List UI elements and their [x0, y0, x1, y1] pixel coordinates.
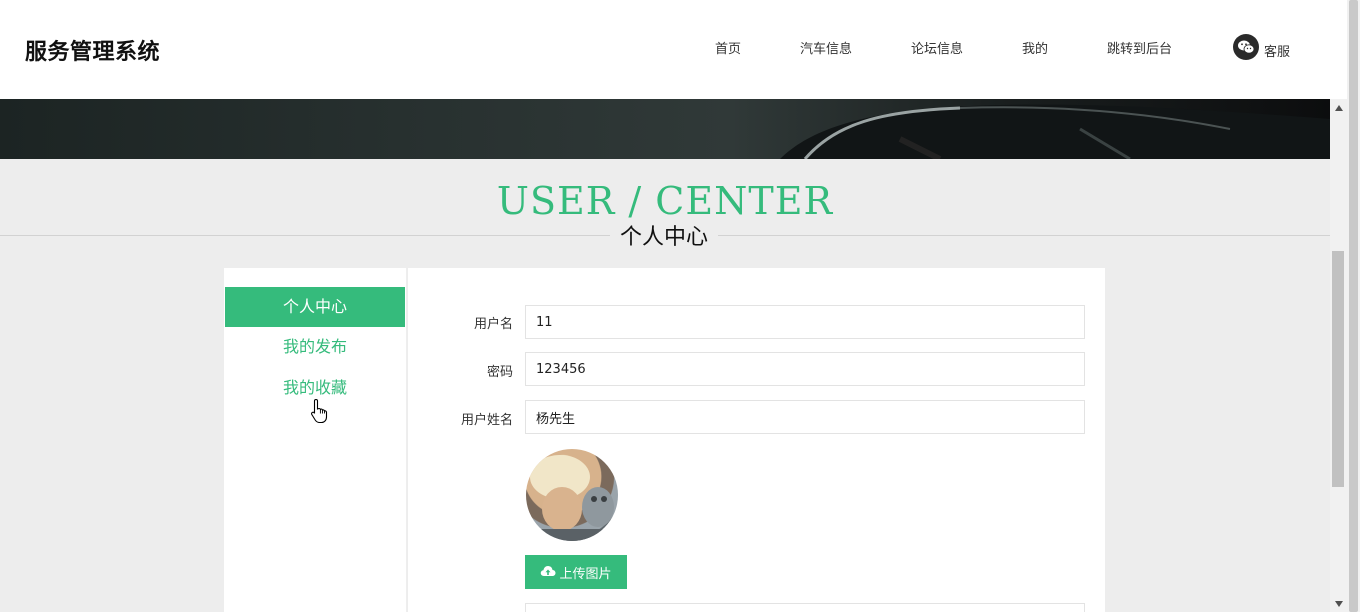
nav-admin[interactable]: 跳转到后台 [1107, 38, 1172, 57]
nav-car-info[interactable]: 汽车信息 [800, 38, 852, 57]
hero-banner [0, 99, 1330, 159]
realname-label: 用户姓名 [460, 413, 513, 428]
customer-service-label: 客服 [1264, 45, 1291, 60]
next-field-input[interactable] [525, 603, 1085, 612]
customer-service[interactable]: 客服 [1233, 33, 1290, 60]
avatar [526, 449, 618, 541]
cloud-upload-icon [540, 565, 556, 580]
upload-image-label: 上传图片 [559, 565, 612, 581]
sidebar-item-profile[interactable]: 个人中心 [225, 287, 405, 327]
window-scroll-thumb[interactable] [1349, 0, 1358, 612]
nav-home[interactable]: 首页 [715, 38, 741, 57]
nav-mine[interactable]: 我的 [1022, 38, 1048, 57]
title-chinese: 个人中心 [610, 219, 718, 251]
scroll-thumb[interactable] [1332, 251, 1344, 487]
section-title: USER / CENTER 个人中心 [0, 159, 1330, 259]
site-logo: 服务管理系统 [25, 40, 161, 65]
realname-input[interactable] [525, 400, 1085, 434]
car-banner-image [780, 104, 1330, 159]
nav-forum-info[interactable]: 论坛信息 [911, 38, 963, 57]
username-input[interactable] [525, 305, 1085, 339]
hand-pointer-icon [310, 398, 332, 428]
scroll-up-arrow-icon[interactable] [1330, 99, 1347, 116]
upload-image-button[interactable]: 上传图片 [525, 555, 627, 589]
password-label: 密码 [486, 365, 513, 380]
top-header: 服务管理系统 首页 汽车信息 论坛信息 我的 跳转到后台 客服 [0, 0, 1347, 99]
title-english: USER / CENTER [496, 179, 834, 223]
window-scrollbar[interactable] [1347, 0, 1360, 612]
user-sidebar: 个人中心 我的发布 我的收藏 [224, 268, 407, 612]
page-scrollbar[interactable] [1330, 99, 1347, 612]
wechat-icon [1233, 33, 1259, 60]
password-input[interactable] [525, 352, 1085, 386]
sidebar-item-my-posts[interactable]: 我的发布 [225, 327, 405, 367]
scroll-down-arrow-icon[interactable] [1330, 595, 1347, 612]
username-label: 用户名 [473, 317, 513, 332]
profile-form: 用户名 密码 用户姓名 上传图片 [408, 268, 1105, 612]
